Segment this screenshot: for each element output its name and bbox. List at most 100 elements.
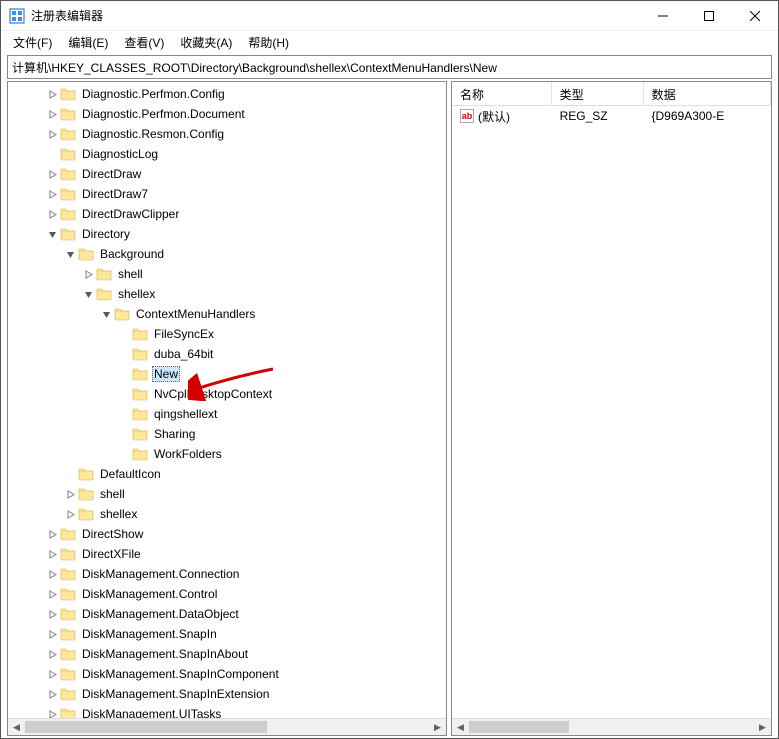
tree-item[interactable]: Diagnostic.Resmon.Config: [8, 124, 446, 144]
expand-icon[interactable]: [62, 506, 78, 522]
expand-icon[interactable]: [44, 686, 60, 702]
list-horizontal-scrollbar[interactable]: ◀ ▶: [452, 718, 771, 735]
close-button[interactable]: [732, 1, 778, 31]
tree-item-label: DiskManagement.SnapInAbout: [80, 647, 250, 661]
tree-item[interactable]: FileSyncEx: [8, 324, 446, 344]
tree-horizontal-scrollbar[interactable]: ◀ ▶: [8, 718, 446, 735]
values-pane[interactable]: 名称 类型 数据 ab(默认)REG_SZ{D969A300-E ◀ ▶: [451, 81, 772, 736]
column-name[interactable]: 名称: [452, 82, 552, 105]
tree-spacer: [116, 446, 132, 462]
tree-item[interactable]: Diagnostic.Perfmon.Config: [8, 84, 446, 104]
tree-item[interactable]: DiagnosticLog: [8, 144, 446, 164]
collapse-icon[interactable]: [44, 226, 60, 242]
tree-item[interactable]: shell: [8, 264, 446, 284]
menu-help[interactable]: 帮助(H): [240, 32, 297, 53]
expand-icon[interactable]: [44, 86, 60, 102]
tree-item[interactable]: DiskManagement.SnapIn: [8, 624, 446, 644]
tree-item[interactable]: shellex: [8, 284, 446, 304]
tree-spacer: [116, 366, 132, 382]
tree-pane[interactable]: Diagnostic.Perfmon.ConfigDiagnostic.Perf…: [7, 81, 447, 736]
tree-item[interactable]: DefaultIcon: [8, 464, 446, 484]
folder-icon: [60, 186, 76, 202]
expand-icon[interactable]: [44, 566, 60, 582]
tree-item-label: FileSyncEx: [152, 327, 216, 341]
tree-item-label: DefaultIcon: [98, 467, 163, 481]
menu-file[interactable]: 文件(F): [5, 32, 60, 53]
tree-item-label: DirectDraw7: [80, 187, 150, 201]
scroll-right-icon[interactable]: ▶: [429, 719, 446, 736]
tree-item-label: DiagnosticLog: [80, 147, 160, 161]
scroll-left-icon[interactable]: ◀: [452, 719, 469, 736]
expand-icon[interactable]: [44, 166, 60, 182]
tree-item[interactable]: DiskManagement.DataObject: [8, 604, 446, 624]
column-data[interactable]: 数据: [644, 82, 771, 105]
tree-spacer: [116, 426, 132, 442]
tree-item[interactable]: DirectShow: [8, 524, 446, 544]
expand-icon[interactable]: [44, 126, 60, 142]
tree-item[interactable]: DirectDrawClipper: [8, 204, 446, 224]
value-type-cell: REG_SZ: [552, 107, 644, 125]
menu-favorites[interactable]: 收藏夹(A): [172, 32, 240, 53]
tree-item[interactable]: DiskManagement.SnapInAbout: [8, 644, 446, 664]
scroll-right-icon[interactable]: ▶: [754, 719, 771, 736]
tree-item[interactable]: DirectDraw: [8, 164, 446, 184]
tree-item[interactable]: Background: [8, 244, 446, 264]
expand-icon[interactable]: [44, 106, 60, 122]
expand-icon[interactable]: [44, 586, 60, 602]
tree-item[interactable]: Sharing: [8, 424, 446, 444]
minimize-button[interactable]: [640, 1, 686, 31]
tree-item[interactable]: DiskManagement.SnapInExtension: [8, 684, 446, 704]
tree-item[interactable]: DirectXFile: [8, 544, 446, 564]
expand-icon[interactable]: [44, 646, 60, 662]
tree-item[interactable]: New: [8, 364, 446, 384]
tree-item[interactable]: DiskManagement.SnapInComponent: [8, 664, 446, 684]
collapse-icon[interactable]: [98, 306, 114, 322]
address-bar[interactable]: 计算机\HKEY_CLASSES_ROOT\Directory\Backgrou…: [7, 55, 772, 79]
expand-icon[interactable]: [44, 546, 60, 562]
tree-item-label: DirectShow: [80, 527, 145, 541]
tree-item[interactable]: ContextMenuHandlers: [8, 304, 446, 324]
folder-icon: [132, 386, 148, 402]
expand-icon[interactable]: [44, 526, 60, 542]
expand-icon[interactable]: [44, 626, 60, 642]
tree-item[interactable]: qingshellext: [8, 404, 446, 424]
tree-item[interactable]: WorkFolders: [8, 444, 446, 464]
tree-item[interactable]: DirectDraw7: [8, 184, 446, 204]
expand-icon[interactable]: [44, 186, 60, 202]
menu-view[interactable]: 查看(V): [116, 32, 172, 53]
tree-item-label: DirectDraw: [80, 167, 143, 181]
list-header: 名称 类型 数据: [452, 82, 771, 106]
folder-icon: [78, 466, 94, 482]
tree-item[interactable]: DiskManagement.Control: [8, 584, 446, 604]
tree-item[interactable]: shell: [8, 484, 446, 504]
folder-icon: [60, 566, 76, 582]
tree-item[interactable]: Directory: [8, 224, 446, 244]
tree-item[interactable]: duba_64bit: [8, 344, 446, 364]
expand-icon[interactable]: [80, 266, 96, 282]
expand-icon[interactable]: [44, 666, 60, 682]
tree-item[interactable]: Diagnostic.Perfmon.Document: [8, 104, 446, 124]
list-row[interactable]: ab(默认)REG_SZ{D969A300-E: [452, 106, 771, 126]
tree-item[interactable]: DiskManagement.Connection: [8, 564, 446, 584]
column-type[interactable]: 类型: [552, 82, 644, 105]
folder-icon: [78, 506, 94, 522]
tree-item-label: DiskManagement.SnapInExtension: [80, 687, 271, 701]
scroll-left-icon[interactable]: ◀: [8, 719, 25, 736]
maximize-button[interactable]: [686, 1, 732, 31]
app-icon: [9, 8, 25, 24]
menu-edit[interactable]: 编辑(E): [60, 32, 116, 53]
tree-item-label: Directory: [80, 227, 132, 241]
expand-icon[interactable]: [44, 206, 60, 222]
collapse-icon[interactable]: [62, 246, 78, 262]
collapse-icon[interactable]: [80, 286, 96, 302]
address-path: 计算机\HKEY_CLASSES_ROOT\Directory\Backgrou…: [12, 59, 497, 76]
tree-item[interactable]: shellex: [8, 504, 446, 524]
tree-item-label: NvCplDesktopContext: [152, 387, 274, 401]
tree-item-label: qingshellext: [152, 407, 219, 421]
folder-icon: [96, 286, 112, 302]
folder-icon: [132, 446, 148, 462]
expand-icon[interactable]: [44, 606, 60, 622]
expand-icon[interactable]: [62, 486, 78, 502]
tree-item-label: Background: [98, 247, 166, 261]
tree-item[interactable]: NvCplDesktopContext: [8, 384, 446, 404]
